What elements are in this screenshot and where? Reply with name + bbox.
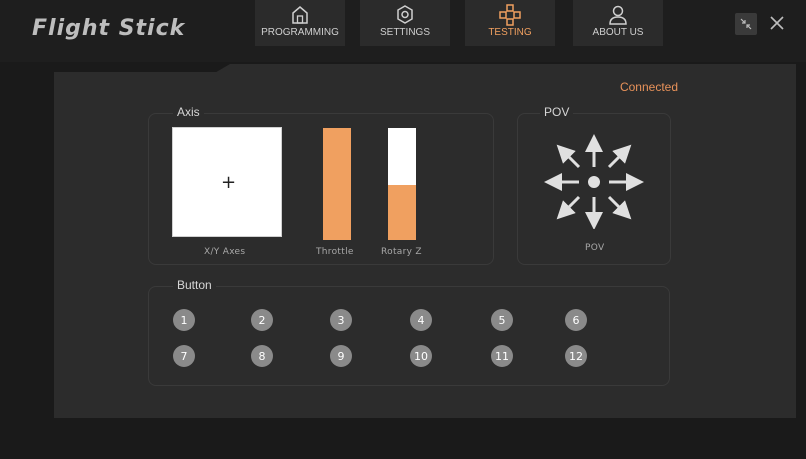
joystick-button-2: 2: [251, 309, 273, 331]
joystick-button-10: 10: [410, 345, 432, 367]
throttle-label: Throttle: [316, 247, 354, 257]
button-group: Button: [148, 278, 670, 386]
joystick-button-9: 9: [330, 345, 352, 367]
pov-group-title: POV: [540, 105, 574, 119]
joystick-button-5: 5: [491, 309, 513, 331]
rotary-z-bar: [388, 128, 416, 240]
joystick-button-3: 3: [330, 309, 352, 331]
tab-settings-label: SETTINGS: [379, 27, 430, 38]
throttle-bar: [323, 128, 351, 240]
rotary-z-fill: [388, 185, 416, 240]
tab-programming-label: PROGRAMMING: [261, 27, 339, 38]
pov-hat-icon: [544, 134, 644, 229]
minimize-icon: [740, 18, 752, 30]
gamepad-icon: [499, 4, 521, 26]
button-group-title: Button: [173, 278, 216, 292]
close-icon[interactable]: [764, 10, 790, 36]
tab-testing[interactable]: TESTING: [465, 0, 555, 46]
throttle-fill: [323, 128, 351, 240]
connection-status: Connected: [619, 80, 678, 94]
tab-about-us[interactable]: ABOUT US: [573, 0, 663, 46]
joystick-button-12: 12: [565, 345, 587, 367]
pov-label: POV: [585, 243, 605, 253]
joystick-button-8: 8: [251, 345, 273, 367]
tab-settings[interactable]: SETTINGS: [360, 0, 450, 46]
joystick-button-6: 6: [565, 309, 587, 331]
xy-crosshair-icon: +: [221, 172, 237, 193]
xy-axes-label: X/Y Axes: [204, 247, 246, 257]
home-icon: [292, 6, 308, 24]
user-icon: [609, 5, 627, 25]
tab-testing-label: TESTING: [488, 27, 532, 38]
axis-group-title: Axis: [173, 105, 204, 119]
rotary-z-label: Rotary Z: [381, 247, 422, 257]
joystick-button-7: 7: [173, 345, 195, 367]
minimize-button[interactable]: [735, 13, 757, 35]
joystick-button-4: 4: [410, 309, 432, 331]
gear-icon: [397, 5, 413, 24]
tab-programming[interactable]: PROGRAMMING: [255, 0, 345, 46]
app-logo: Flight Stick: [32, 16, 186, 41]
joystick-button-11: 11: [491, 345, 513, 367]
tab-about-us-label: ABOUT US: [592, 27, 644, 38]
joystick-button-1: 1: [173, 309, 195, 331]
